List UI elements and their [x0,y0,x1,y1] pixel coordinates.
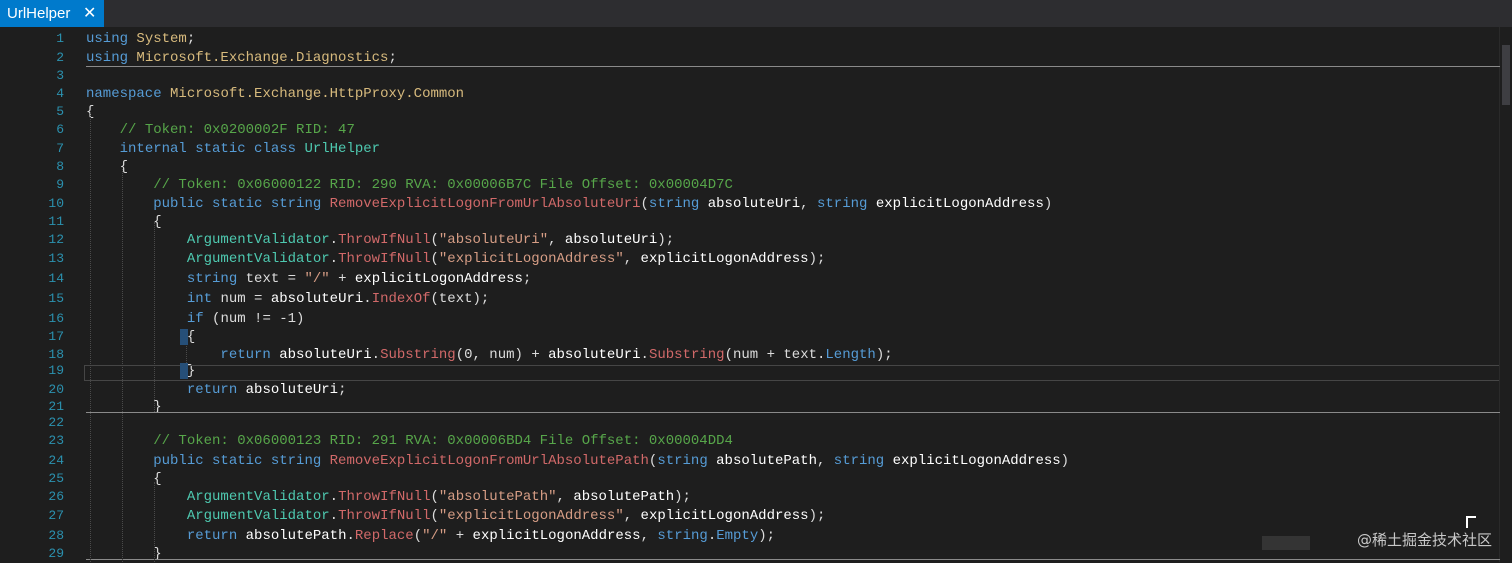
code-text: string text = "/" + explicitLogonAddress… [186,271,532,287]
code-line[interactable]: 24 public static string RemoveExplicitLo… [0,452,1500,470]
code-text: // Token: 0x06000123 RID: 291 RVA: 0x000… [153,433,733,449]
mouse-cursor-icon [1466,516,1476,528]
line-number: 27 [48,508,64,523]
line-number: 15 [48,291,64,306]
code-line[interactable]: 11 { [0,213,1500,231]
code-text: { [86,329,196,345]
code-line[interactable]: 2 using Microsoft.Exchange.Diagnostics; [0,49,1500,67]
tab-strip [0,0,1512,27]
indent-guide [154,222,155,412]
code-line[interactable]: 1 using System; [0,30,1500,48]
line-number: 25 [48,471,64,486]
close-icon[interactable]: ✕ [83,3,96,22]
line-number: 10 [48,196,64,211]
code-text: public static string RemoveExplicitLogon… [153,453,1070,469]
blurred-region [1262,536,1310,550]
code-line[interactable]: 9 // Token: 0x06000122 RID: 290 RVA: 0x0… [0,176,1500,194]
line-number: 7 [56,141,64,156]
code-text: // Token: 0x06000122 RID: 290 RVA: 0x000… [153,177,733,193]
code-line[interactable]: 12 ArgumentValidator.ThrowIfNull("absolu… [0,231,1500,249]
code-line[interactable]: 7 internal static class UrlHelper [0,140,1500,158]
member-separator [86,66,1500,67]
code-line[interactable]: 8 { [0,158,1500,176]
code-line[interactable]: 23 // Token: 0x06000123 RID: 291 RVA: 0x… [0,432,1500,450]
code-line[interactable]: 6 // Token: 0x0200002F RID: 47 [0,121,1500,139]
code-line[interactable]: 17 { [0,328,1500,346]
code-line[interactable]: 26 ArgumentValidator.ThrowIfNull("absolu… [0,488,1500,506]
indent-guide [90,112,91,562]
line-number: 14 [48,271,64,286]
code-text: public static string RemoveExplicitLogon… [153,196,1053,212]
line-number: 22 [48,415,64,430]
line-number: 11 [48,214,64,229]
member-separator [86,412,1500,413]
member-separator [86,559,1500,560]
tab-title: UrlHelper [7,5,71,22]
tab-urlhelper[interactable]: UrlHelper ✕ [0,0,104,27]
code-text: // Token: 0x0200002F RID: 47 [119,122,355,138]
line-number: 17 [48,329,64,344]
indent-guide [122,167,123,562]
code-text: return absolutePath.Replace("/" + explic… [186,528,776,544]
code-text: { [86,471,162,487]
line-number: 13 [48,251,64,266]
vertical-scrollbar[interactable] [1499,27,1512,562]
code-text: if (num != -1) [186,311,305,327]
code-text: ArgumentValidator.ThrowIfNull("explicitL… [186,508,826,524]
code-text: ArgumentValidator.ThrowIfNull("absoluteP… [186,489,691,505]
code-text: int num = absoluteUri.IndexOf(text); [186,291,490,307]
line-number: 20 [48,382,64,397]
code-line[interactable]: 16 if (num != -1) [0,310,1500,328]
line-number: 26 [48,489,64,504]
code-line[interactable]: 10 public static string RemoveExplicitLo… [0,195,1500,213]
line-number: 28 [48,528,64,543]
code-line[interactable]: 3 [0,67,1500,85]
line-number: 9 [56,177,64,192]
line-number: 6 [56,122,64,137]
code-text: return absoluteUri; [186,382,347,398]
line-number: 4 [56,86,64,101]
code-line[interactable]: 14 string text = "/" + explicitLogonAddr… [0,270,1500,288]
brace-match-highlight [180,329,188,345]
watermark: @稀土掘金技术社区 [1356,531,1492,549]
line-number: 3 [56,68,64,83]
line-number: 19 [48,363,64,378]
line-number: 8 [56,159,64,174]
code-text: } [86,546,162,562]
line-number: 5 [56,104,64,119]
current-line-highlight [84,365,1500,381]
code-line[interactable]: 27 ArgumentValidator.ThrowIfNull("explic… [0,507,1500,525]
code-line[interactable]: 13 ArgumentValidator.ThrowIfNull("explic… [0,250,1500,268]
code-line[interactable]: 20 return absoluteUri; [0,381,1500,399]
scrollbar-thumb[interactable] [1502,45,1510,105]
code-text: internal static class UrlHelper [119,141,381,157]
line-number: 24 [48,453,64,468]
line-number: 12 [48,232,64,247]
line-number: 16 [48,311,64,326]
code-line[interactable]: 4 namespace Microsoft.Exchange.HttpProxy.… [0,85,1500,103]
code-line[interactable]: 22 [0,414,1500,432]
line-number: 29 [48,546,64,561]
line-number: 2 [56,50,64,65]
code-line[interactable]: 5{ [0,103,1500,121]
code-text: { [86,214,162,230]
code-line[interactable]: 25 { [0,470,1500,488]
code-text: using Microsoft.Exchange.Diagnostics; [86,50,397,66]
code-text: namespace Microsoft.Exchange.HttpProxy.C… [86,86,465,102]
line-number: 1 [56,31,64,46]
line-number: 23 [48,433,64,448]
code-text: ArgumentValidator.ThrowIfNull("absoluteU… [186,232,675,248]
code-text: using System; [86,31,196,47]
indent-guide [154,482,155,562]
code-line[interactable]: 15 int num = absoluteUri.IndexOf(text); [0,290,1500,308]
code-text: ArgumentValidator.ThrowIfNull("explicitL… [186,251,826,267]
brace-match-highlight [180,363,188,379]
